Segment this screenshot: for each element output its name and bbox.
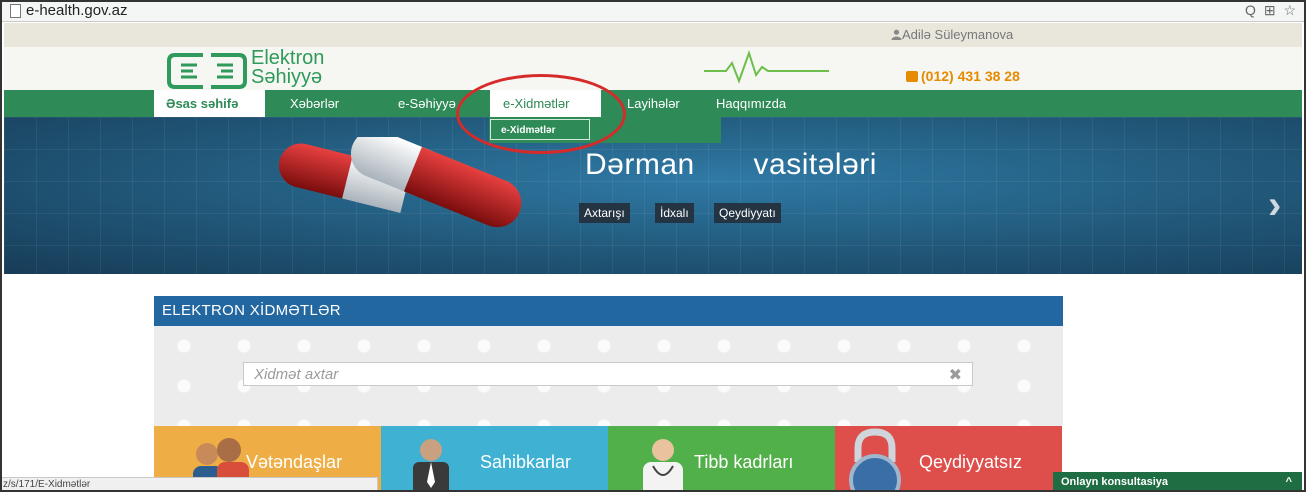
doctor-photo-icon xyxy=(643,439,683,492)
browser-status-bar: z/s/171/E-Xidmətlər xyxy=(0,477,378,492)
highlight-circle-annotation xyxy=(456,74,626,154)
clear-icon[interactable]: ✖ xyxy=(949,365,962,385)
heartbeat-icon xyxy=(704,49,829,84)
tile-label-entrepreneurs: Sahibkarlar xyxy=(480,452,572,472)
logo-icon[interactable] xyxy=(167,51,247,91)
phone-number: (012) 431 38 28 xyxy=(906,68,1020,84)
banner-button-registration[interactable]: Qeydiyyatı xyxy=(714,203,781,223)
logo-line-2: Səhiyyə xyxy=(251,66,323,88)
tile-label-citizens: Vətəndaşlar xyxy=(246,452,343,472)
service-search-input[interactable]: Xidmət axtar ✖ xyxy=(243,362,973,386)
logo-text[interactable]: Elektron Səhiyyə xyxy=(251,48,324,88)
banner-button-search[interactable]: Axtarışı xyxy=(579,203,630,223)
site-header: Elektron Səhiyyə (012) 431 38 28 xyxy=(4,47,1302,90)
chat-label: Onlayn konsultasiya xyxy=(1061,476,1168,488)
tile-label-medical-staff: Tibb kadrları xyxy=(694,452,794,472)
padlock-icon xyxy=(849,428,901,492)
user-account[interactable]: Adilə Süleymanova xyxy=(891,27,1013,42)
tile-medical-staff[interactable]: Tibb kadrları xyxy=(608,426,835,492)
banner-button-import[interactable]: İdxalı xyxy=(655,203,694,223)
online-consultation-widget[interactable]: Onlayn konsultasiya ^ xyxy=(1053,472,1302,492)
search-placeholder: Xidmət axtar xyxy=(254,366,339,383)
phone-icon xyxy=(906,71,918,82)
browser-tool-icons[interactable]: Q ⊞ ☆ xyxy=(1245,2,1298,19)
main-nav: Əsas səhifə Xəbərlər e-Səhiyyə e-Xidmətl… xyxy=(4,90,1302,117)
page-icon xyxy=(10,4,21,18)
tile-label-unregistered: Qeydiyyatsız xyxy=(919,452,1023,472)
chevron-up-icon[interactable]: ^ xyxy=(1286,472,1292,492)
user-icon xyxy=(891,29,902,40)
tile-entrepreneurs[interactable]: Sahibkarlar xyxy=(381,426,608,492)
nav-home[interactable]: Əsas səhifə xyxy=(154,90,265,117)
slider-next-icon[interactable]: › xyxy=(1268,183,1281,228)
nav-about[interactable]: Haqqımızda xyxy=(716,90,786,117)
capsule-pill-image xyxy=(278,137,522,228)
tile-unregistered[interactable]: Qeydiyyatsız xyxy=(835,426,1062,492)
user-name: Adilə Süleymanova xyxy=(902,27,1014,42)
banner-title: Dərman vasitələri xyxy=(585,148,877,181)
nav-news[interactable]: Xəbərlər xyxy=(290,90,339,117)
businessman-photo-icon xyxy=(413,439,449,492)
phone-text: (012) 431 38 28 xyxy=(921,68,1020,84)
services-header: ELEKTRON XİDMƏTLƏR xyxy=(154,296,1063,326)
nav-e-sehiyye[interactable]: e-Səhiyyə xyxy=(398,90,456,117)
browser-url-bar[interactable]: e-health.gov.az Q ⊞ ☆ xyxy=(0,0,1306,22)
user-bar: Adilə Süleymanova xyxy=(4,23,1302,47)
nav-projects[interactable]: Layihələr xyxy=(627,90,680,117)
url-text[interactable]: e-health.gov.az xyxy=(26,2,127,19)
